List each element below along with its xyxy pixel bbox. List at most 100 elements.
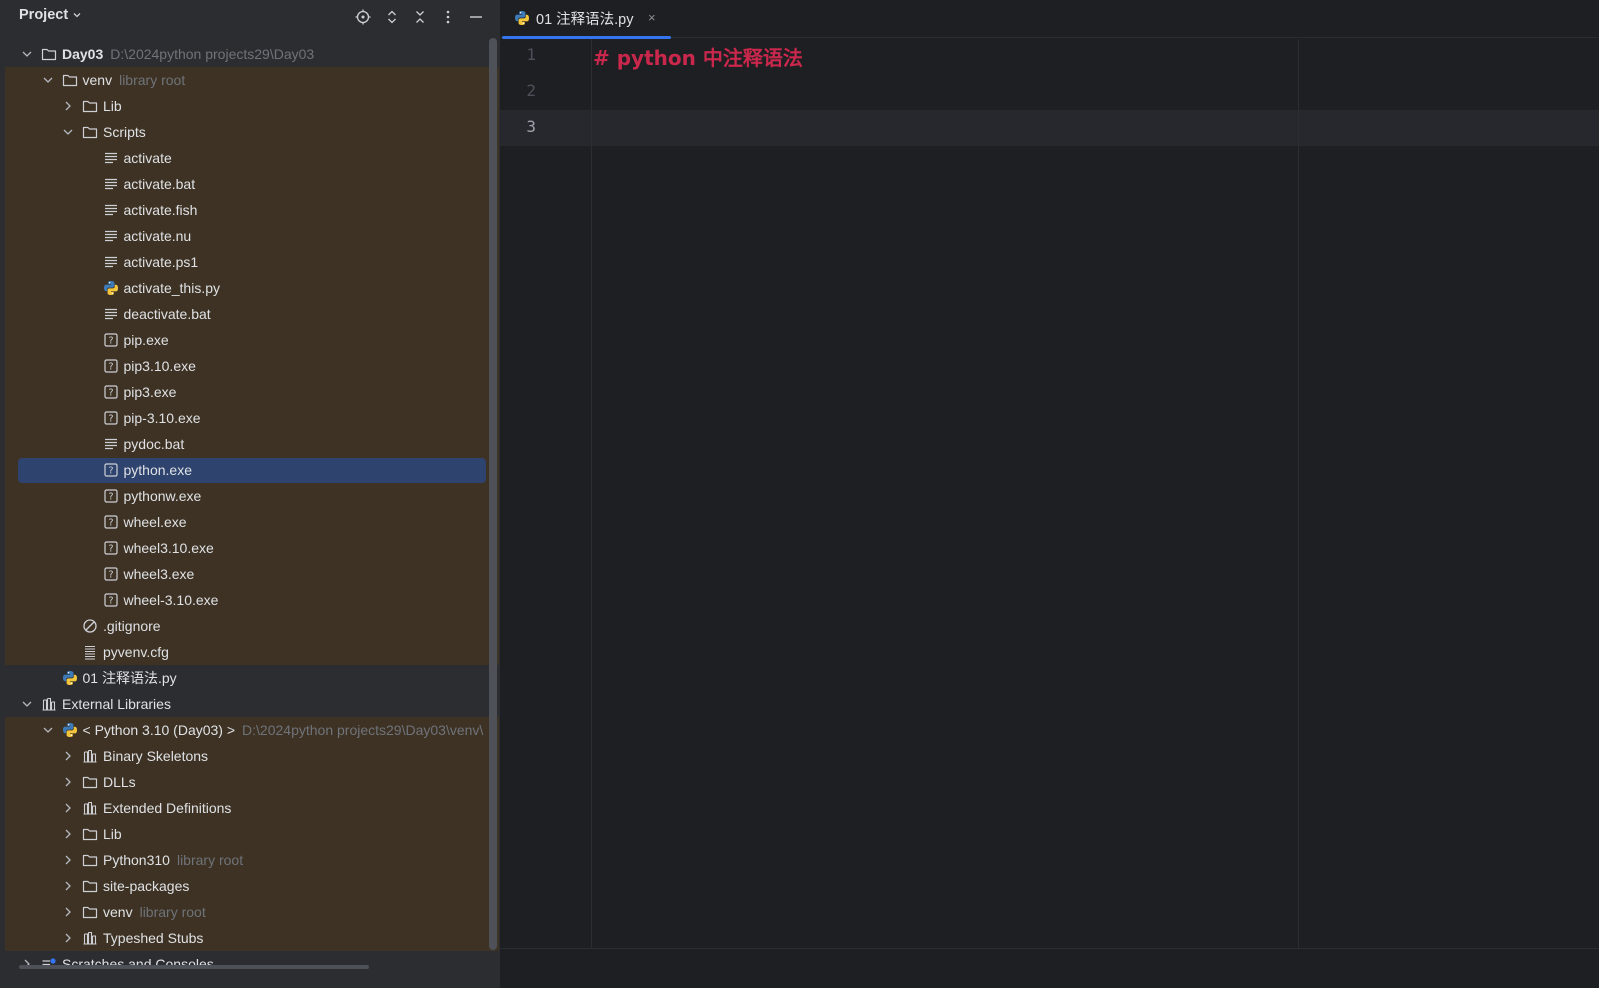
tree-node[interactable]: Python310 library root bbox=[5, 847, 499, 873]
node-name: pip.exe bbox=[123, 332, 169, 348]
chevron-right-icon[interactable] bbox=[62, 750, 74, 762]
text-file-icon bbox=[103, 436, 119, 452]
tree-node-label: deactivate.bat bbox=[124, 305, 211, 323]
svg-text:?: ? bbox=[108, 336, 113, 347]
tree-node[interactable]: venv library root bbox=[5, 899, 499, 925]
line-number-gutter[interactable] bbox=[500, 39, 592, 988]
chevron-down-icon[interactable] bbox=[62, 126, 74, 138]
node-hint: library root bbox=[119, 72, 186, 88]
project-tool-window: Project Day03 D:\2024python projects29\Da… bbox=[0, 0, 509, 988]
node-name: 01 注释语法.py bbox=[82, 670, 177, 686]
tree-node[interactable]: DLLs bbox=[5, 769, 499, 795]
tree-node[interactable]: site-packages bbox=[5, 873, 499, 899]
tab-label: 01 注释语法.py bbox=[536, 12, 634, 28]
hide-icon[interactable] bbox=[465, 6, 487, 28]
unknown-file-icon: ? bbox=[103, 540, 119, 556]
chevron-down-icon[interactable] bbox=[21, 698, 33, 710]
tree-node[interactable]: Extended Definitions bbox=[5, 795, 499, 821]
tree-node-label: venv library root bbox=[83, 71, 186, 89]
tree-node[interactable]: ? wheel3.exe bbox=[5, 561, 499, 587]
tree-node[interactable]: Binary Skeletons bbox=[5, 743, 499, 769]
svg-text:?: ? bbox=[108, 388, 113, 399]
svg-text:?: ? bbox=[108, 596, 113, 607]
tree-node-label: Binary Skeletons bbox=[103, 747, 208, 765]
node-name: venv bbox=[103, 904, 133, 920]
editor-tab[interactable]: 01 注释语法.py × bbox=[500, 0, 671, 39]
tree-node[interactable]: Day03 D:\2024python projects29\Day03 bbox=[5, 41, 499, 67]
tree-node-label: activate.fish bbox=[124, 201, 198, 219]
chevron-right-icon[interactable] bbox=[62, 802, 74, 814]
tree-node[interactable]: Typeshed Stubs bbox=[5, 925, 499, 951]
options-icon[interactable] bbox=[437, 6, 459, 28]
tree-node[interactable]: ? pip3.exe bbox=[5, 379, 499, 405]
tree-node[interactable]: Lib bbox=[5, 93, 499, 119]
tree-node[interactable]: ? wheel.exe bbox=[5, 509, 499, 535]
unknown-file-icon: ? bbox=[103, 410, 119, 426]
text-file-icon bbox=[103, 306, 119, 322]
tree-node[interactable]: activate.bat bbox=[5, 171, 499, 197]
node-name: Scratches and Consoles bbox=[62, 956, 214, 972]
tree-node-label: wheel3.10.exe bbox=[124, 539, 214, 557]
tree-node-label: activate.ps1 bbox=[124, 253, 199, 271]
tree-node[interactable]: External Libraries bbox=[5, 691, 499, 717]
tree-node[interactable]: Scratches and Consoles bbox=[5, 951, 499, 977]
chevron-right-icon[interactable] bbox=[62, 100, 74, 112]
tree-node[interactable]: ? pip3.10.exe bbox=[5, 353, 499, 379]
tree-node[interactable]: ? python.exe bbox=[5, 457, 499, 483]
text-file-icon bbox=[103, 176, 119, 192]
expand-all-icon[interactable] bbox=[381, 6, 403, 28]
tree-node[interactable]: ? wheel-3.10.exe bbox=[5, 587, 499, 613]
chevron-down-icon[interactable] bbox=[42, 74, 54, 86]
close-tab-icon[interactable]: × bbox=[648, 10, 656, 25]
code-line-comment[interactable]: # python 中注释语法 bbox=[593, 42, 803, 71]
tree-node[interactable]: venv library root bbox=[5, 67, 499, 93]
tree-node[interactable]: ? pip-3.10.exe bbox=[5, 405, 499, 431]
svg-text:?: ? bbox=[108, 518, 113, 529]
chevron-down-icon[interactable] bbox=[42, 724, 54, 736]
locate-icon[interactable] bbox=[352, 6, 374, 28]
tree-node[interactable]: ? wheel3.10.exe bbox=[5, 535, 499, 561]
tree-node[interactable]: Scripts bbox=[5, 119, 499, 145]
svg-text:?: ? bbox=[108, 466, 113, 477]
tree-node[interactable]: .gitignore bbox=[5, 613, 499, 639]
panel-title: Project bbox=[19, 7, 69, 23]
chevron-right-icon[interactable] bbox=[62, 906, 74, 918]
chevron-right-icon[interactable] bbox=[62, 828, 74, 840]
folder-icon bbox=[82, 852, 98, 868]
tree-node[interactable]: < Python 3.10 (Day03) > D:\2024python pro… bbox=[5, 717, 499, 743]
tree-node[interactable]: activate.fish bbox=[5, 197, 499, 223]
unknown-file-icon: ? bbox=[103, 566, 119, 582]
gutter-divider bbox=[591, 39, 592, 948]
tree-node[interactable]: activate.ps1 bbox=[5, 249, 499, 275]
node-name: deactivate.bat bbox=[123, 306, 211, 322]
tree-node-label: wheel3.exe bbox=[124, 565, 195, 583]
chevron-right-icon[interactable] bbox=[62, 880, 74, 892]
horizontal-scrollbar[interactable] bbox=[19, 965, 369, 969]
chevron-down-icon[interactable] bbox=[21, 48, 33, 60]
tree-node[interactable]: activate_this.py bbox=[5, 275, 499, 301]
python-file-icon bbox=[62, 670, 78, 686]
tree-node[interactable]: activate bbox=[5, 145, 499, 171]
tree-node[interactable]: pydoc.bat bbox=[5, 431, 499, 457]
tree-node-label: pip3.10.exe bbox=[124, 357, 196, 375]
tree-node[interactable]: ? pip.exe bbox=[5, 327, 499, 353]
tree-node-label: .gitignore bbox=[103, 617, 161, 635]
library-icon bbox=[82, 800, 98, 816]
chevron-right-icon[interactable] bbox=[62, 854, 74, 866]
tree-node[interactable]: pyvenv.cfg bbox=[5, 639, 499, 665]
scratches-icon bbox=[41, 956, 57, 972]
chevron-right-icon[interactable] bbox=[62, 776, 74, 788]
tree-node[interactable]: ? pythonw.exe bbox=[5, 483, 499, 509]
tree-node[interactable]: activate.nu bbox=[5, 223, 499, 249]
unknown-file-icon: ? bbox=[103, 592, 119, 608]
node-name: wheel-3.10.exe bbox=[123, 592, 219, 608]
tree-node[interactable]: deactivate.bat bbox=[5, 301, 499, 327]
vertical-scrollbar[interactable] bbox=[489, 38, 497, 950]
tree-node[interactable]: Lib bbox=[5, 821, 499, 847]
collapse-all-icon[interactable] bbox=[409, 6, 431, 28]
chevron-right-icon[interactable] bbox=[62, 932, 74, 944]
tree-node-label: wheel.exe bbox=[124, 513, 187, 531]
node-name: Scripts bbox=[103, 124, 146, 140]
tree-node[interactable]: 01 注释语法.py bbox=[5, 665, 499, 691]
project-view-selector[interactable]: Project bbox=[19, 7, 82, 23]
